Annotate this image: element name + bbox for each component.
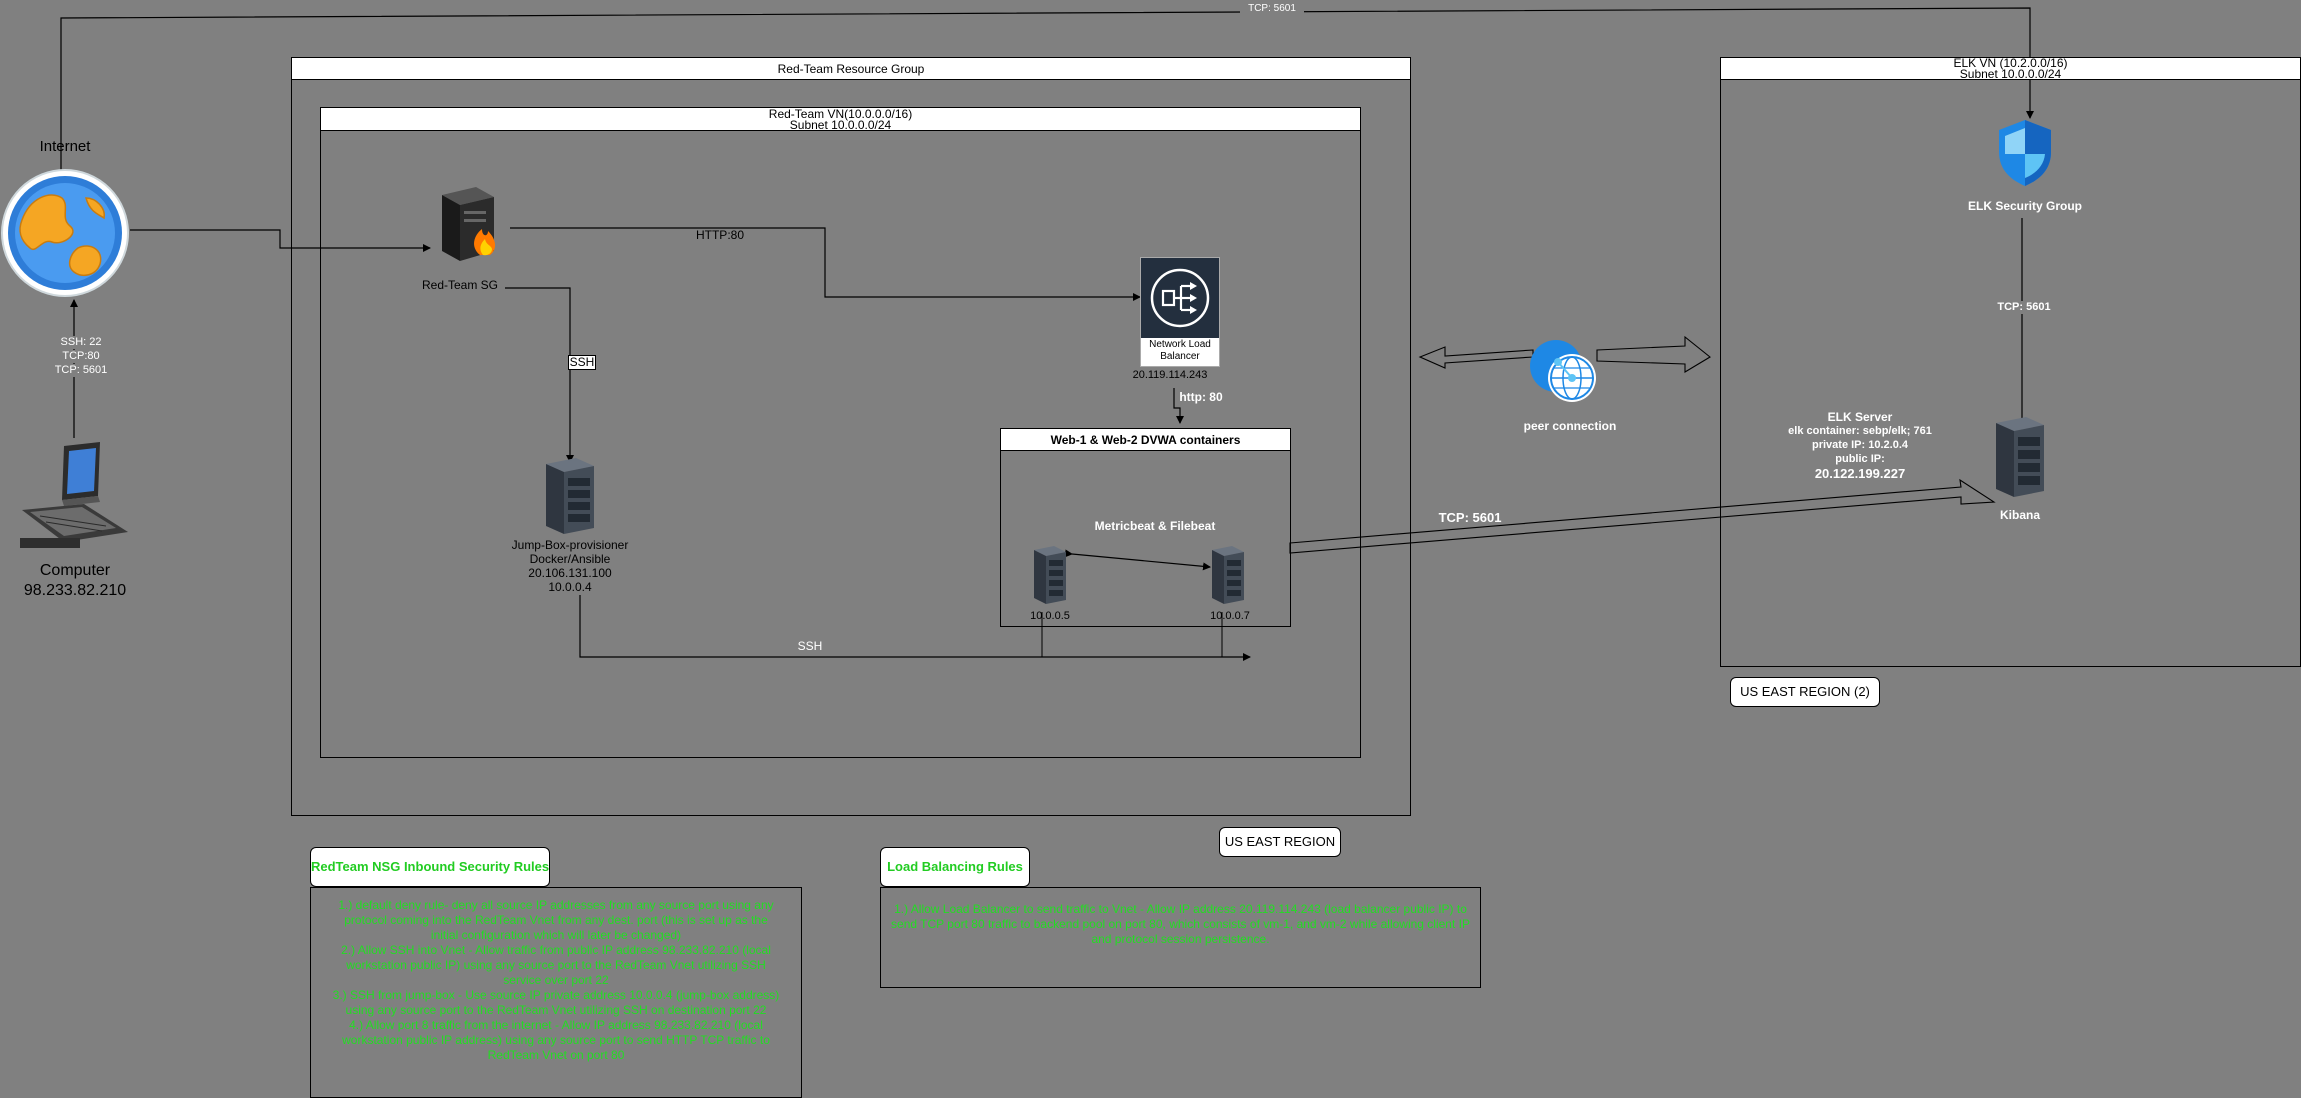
lb-rule-1: 1.) Allow Load Balancer to send traffic … [891,902,1470,946]
tcp-elk-link-label: TCP: 5601 [1438,510,1502,525]
jumpbox-line2: Docker/Ansible [529,552,611,566]
resource-group-title: Red-Team Resource Group [292,58,1410,80]
web1-ip: 10.0.0.5 [1030,610,1070,622]
lb-label-line2: Balancer [1160,351,1200,362]
lb-rules-title: Load Balancing Rules [880,847,1030,887]
http-link-label: HTTP:80 [695,228,744,242]
lb-rules-box: 1.) Allow Load Balancer to send traffic … [880,887,1481,988]
nsg-rules-box: 1.) default deny rule- deny all source I… [310,887,802,1098]
elk-vnet-subnet: Subnet 10.0.0.0/24 [1959,67,2062,81]
region-east2-tag: US EAST REGION (2) [1730,677,1880,707]
elk-vnet-header: ELK VN (10.2.0.0/16) Subnet 10.0.0.0/24 [1721,57,2300,81]
computer-label: Computer [39,562,111,579]
jumpbox-line3: 20.106.131.100 [528,566,612,580]
jumpbox-line1: Jump-Box-provisioner [511,538,629,552]
internet-globe-icon[interactable] [0,168,130,298]
elk-security-group-shield-icon[interactable] [1995,118,2055,188]
kibana-server-icon[interactable] [1990,415,2050,500]
computer-ip: 98.233.82.210 [23,582,127,599]
ssh-link-label: SSH [568,355,596,370]
beats-label: Metricbeat & Filebeat [1094,519,1216,533]
network-load-balancer-icon[interactable]: Network Load Balancer [1140,257,1220,367]
web2-ip: 10.0.0.7 [1210,610,1250,622]
nsg-rule-3: 3.) SSH from jump-box - Use source IP pr… [332,988,780,1017]
nsg-rules-title: RedTeam NSG Inbound Security Rules [310,847,550,887]
lb-ip: 20.119.114.243 [1132,369,1208,381]
lb-label-line1: Network Load [1149,339,1211,350]
computer-icon[interactable] [20,442,130,552]
firewall-server-icon[interactable] [436,185,502,263]
computer-port-http: TCP:80 [38,350,124,363]
elk-server-line3: private IP: 10.2.0.4 [1812,439,1908,451]
nsg-rule-2: 2.) Allow SSH into Vnet - Allow traffic … [341,943,771,987]
region-east-tag: US EAST REGION [1219,827,1341,857]
computer-port-kibana: TCP: 5601 [38,364,124,377]
web1-server-icon[interactable] [1030,544,1070,606]
kibana-label: Kibana [1999,508,2040,522]
ssh-bottom-label: SSH [792,640,828,653]
computer-port-ssh: SSH: 22 [38,336,124,349]
redteam-sg-label: Red-Team SG [421,278,499,292]
jumpbox-server-icon[interactable] [540,456,600,536]
elk-server-line5: 20.122.199.227 [1814,466,1906,481]
redteam-vnet-header: Red-Team VN(10.0.0.0/16) Subnet 10.0.0.0… [321,108,1360,131]
elk-sg-label: ELK Security Group [1967,199,2083,213]
elk-server-line4: public IP: [1835,453,1885,465]
elk-server-line1: ELK Server [1827,410,1893,424]
peer-right-arrow [1596,335,1711,373]
elk-server-line2: elk container: sebp/elk; 761 [1788,425,1932,437]
internet-label: Internet [39,138,91,155]
jumpbox-line4: 10.0.0.4 [548,580,592,594]
http-lb-link-label: http: 80 [1179,390,1223,404]
top-link-label: TCP: 5601 [1240,2,1304,15]
peer-connection-icon[interactable] [1528,336,1598,406]
elk-sg-link-label: TCP: 5601 [1993,301,2055,314]
peer-left-arrow [1418,346,1534,369]
vnet-subnet: Subnet 10.0.0.0/24 [789,118,892,132]
peer-label: peer connection [1523,419,1617,433]
web-containers-title: Web-1 & Web-2 DVWA containers [1001,429,1290,451]
nsg-rule-4: 4.) Allow port 8 traffic from the intern… [342,1018,770,1062]
nsg-rule-1: 1.) default deny rule- deny all source I… [338,898,774,942]
web2-server-icon[interactable] [1208,544,1248,606]
